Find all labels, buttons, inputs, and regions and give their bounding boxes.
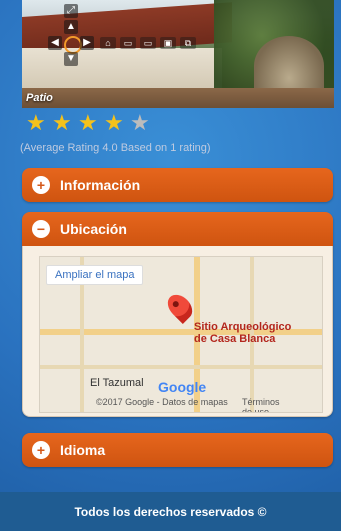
- map-place-label: El Tazumal: [90, 377, 144, 389]
- plus-icon: +: [32, 441, 50, 459]
- rating-text: (Average Rating 4.0 Based on 1 rating): [20, 142, 211, 154]
- map-copyright: ©2017 Google - Datos de mapas: [96, 397, 228, 407]
- accordion-idioma[interactable]: + Idioma: [22, 433, 333, 467]
- export-icon[interactable]: ⧉: [180, 37, 196, 49]
- road: [40, 365, 322, 369]
- fountain: [254, 36, 324, 96]
- map[interactable]: Ampliar el mapa Sitio Arqueológico de Ca…: [39, 256, 323, 413]
- home-icon[interactable]: ⌂: [100, 37, 116, 49]
- star-icon[interactable]: ★: [52, 112, 74, 134]
- panorama-viewer[interactable]: ⤢ ▲ ◀ ▶ ▼ ⌂ ▭ ▭ ▣ ⧉ Patio: [22, 0, 334, 108]
- view-icon[interactable]: ▭: [120, 37, 136, 49]
- star-icon[interactable]: ★: [26, 112, 48, 134]
- star-rating[interactable]: ★ ★ ★ ★ ★: [26, 112, 152, 134]
- star-icon[interactable]: ★: [130, 112, 152, 134]
- accordion-body-ubicacion: Ampliar el mapa Sitio Arqueológico de Ca…: [22, 246, 333, 417]
- down-arrow-icon[interactable]: ▼: [64, 52, 78, 66]
- accordion-title: Idioma: [60, 442, 106, 458]
- view-alt-icon[interactable]: ▭: [140, 37, 156, 49]
- plus-icon: +: [32, 176, 50, 194]
- page: ⤢ ▲ ◀ ▶ ▼ ⌂ ▭ ▭ ▣ ⧉ Patio ★ ★ ★ ★ ★ (Ave…: [0, 0, 341, 531]
- ground: [22, 88, 334, 108]
- map-site-label: Sitio Arqueológico de Casa Blanca: [194, 321, 292, 345]
- star-icon[interactable]: ★: [78, 112, 100, 134]
- accordion-title: Ubicación: [60, 221, 127, 237]
- minus-icon: −: [32, 220, 50, 238]
- accordion-header-informacion[interactable]: + Información: [22, 168, 333, 202]
- expand-map-button[interactable]: Ampliar el mapa: [46, 265, 144, 285]
- accordion-title: Información: [60, 177, 141, 193]
- slides-icon[interactable]: ▣: [160, 37, 176, 49]
- up-arrow-icon[interactable]: ▲: [64, 20, 78, 34]
- accordion-header-idioma[interactable]: + Idioma: [22, 433, 333, 467]
- accordion-informacion[interactable]: + Información: [22, 168, 333, 202]
- accordion-ubicacion[interactable]: − Ubicación Ampliar el mapa Sitio Arqueo…: [22, 212, 333, 417]
- map-pin-icon[interactable]: [163, 290, 197, 324]
- fullscreen-icon[interactable]: ⤢: [64, 4, 78, 18]
- map-footer: ©2017 Google - Datos de mapas Términos d…: [96, 397, 280, 412]
- map-terms-link[interactable]: Términos de uso: [242, 397, 280, 412]
- right-arrow-icon[interactable]: ▶: [80, 36, 94, 50]
- footer: Todos los derechos reservados ©: [0, 492, 341, 531]
- panorama-caption: Patio: [26, 92, 53, 104]
- accordion-header-ubicacion[interactable]: − Ubicación: [22, 212, 333, 246]
- left-arrow-icon[interactable]: ◀: [48, 36, 62, 50]
- star-icon[interactable]: ★: [104, 112, 126, 134]
- footer-text: Todos los derechos reservados ©: [74, 504, 267, 519]
- google-logo: Google: [158, 379, 207, 395]
- panorama-controls: ⤢ ▲ ◀ ▶ ▼ ⌂ ▭ ▭ ▣ ⧉: [42, 4, 202, 68]
